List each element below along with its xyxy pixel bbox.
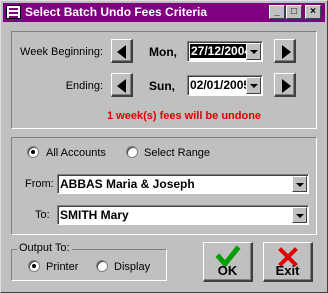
maximize-button[interactable]: □ xyxy=(286,5,302,19)
ok-button[interactable]: OK xyxy=(203,242,253,282)
display-radio[interactable] xyxy=(96,260,108,272)
minimize-button[interactable]: _ xyxy=(269,5,285,19)
beginning-next-button[interactable] xyxy=(274,39,296,63)
ending-next-button[interactable] xyxy=(274,73,296,97)
window-title: Select Batch Undo Fees Criteria xyxy=(25,5,208,19)
dialog-window: Select Batch Undo Fees Criteria _ □ × We… xyxy=(0,0,328,293)
chevron-down-icon xyxy=(296,183,304,187)
week-beginning-label: Week Beginning: xyxy=(20,46,103,58)
beginning-day-name: Mon, xyxy=(149,45,177,59)
output-legend: Output To: xyxy=(17,242,72,254)
left-arrow-icon xyxy=(117,79,126,93)
close-button[interactable]: × xyxy=(305,5,321,19)
select-range-radio[interactable] xyxy=(126,146,138,158)
ending-label: Ending: xyxy=(65,80,103,92)
printer-radio[interactable] xyxy=(28,260,40,272)
select-range-label: Select Range xyxy=(144,147,211,159)
right-arrow-icon xyxy=(282,79,291,93)
title-bar[interactable]: Select Batch Undo Fees Criteria _ □ × xyxy=(3,3,325,22)
ok-label: OK xyxy=(217,263,238,278)
to-label: To: xyxy=(35,209,50,221)
from-account-value: ABBAS Maria & Joseph xyxy=(60,177,195,191)
from-label: From: xyxy=(25,178,54,190)
from-account-select[interactable]: ABBAS Maria & Joseph xyxy=(57,174,309,194)
beginning-prev-button[interactable] xyxy=(111,39,133,63)
ending-prev-button[interactable] xyxy=(111,73,133,97)
chevron-down-icon xyxy=(250,50,258,54)
exit-button[interactable]: Exit xyxy=(263,242,313,282)
right-arrow-icon xyxy=(282,45,291,59)
to-account-value: SMITH Mary xyxy=(60,208,129,222)
all-accounts-radio[interactable] xyxy=(27,146,39,158)
undo-summary-message: 1 week(s) fees will be undone xyxy=(107,110,262,122)
ending-date-dropdown[interactable] xyxy=(246,77,261,94)
beginning-date-value: 27/12/2004 xyxy=(190,44,253,58)
chevron-down-icon xyxy=(296,214,304,218)
to-account-select[interactable]: SMITH Mary xyxy=(57,205,309,225)
system-menu-icon[interactable] xyxy=(6,5,21,19)
chevron-down-icon xyxy=(250,84,258,88)
all-accounts-label: All Accounts xyxy=(46,147,106,159)
to-account-dropdown[interactable] xyxy=(292,207,307,223)
ending-date-value: 02/01/2005 xyxy=(190,78,251,92)
left-arrow-icon xyxy=(117,45,126,59)
from-account-dropdown[interactable] xyxy=(292,176,307,192)
display-label: Display xyxy=(114,261,151,273)
exit-label: Exit xyxy=(275,263,300,278)
ending-day-name: Sun, xyxy=(149,79,175,93)
beginning-date-field[interactable]: 27/12/2004 xyxy=(187,41,263,62)
printer-label: Printer xyxy=(46,261,79,273)
beginning-date-dropdown[interactable] xyxy=(246,43,261,60)
ending-date-field[interactable]: 02/01/2005 xyxy=(187,75,263,96)
